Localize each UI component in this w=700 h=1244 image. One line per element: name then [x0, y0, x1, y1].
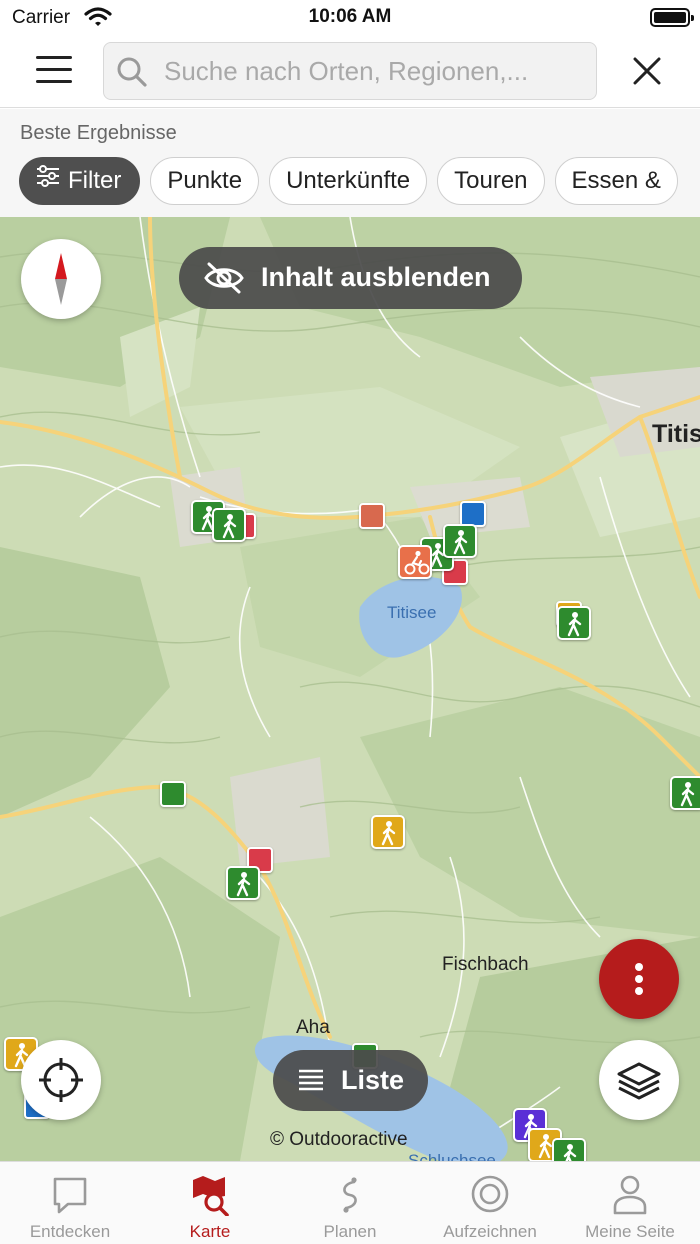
eye-off-icon — [203, 262, 245, 299]
hiker-icon — [381, 821, 396, 846]
hide-content-button[interactable]: Inhalt ausblenden — [179, 247, 522, 309]
bike-poi-marker[interactable] — [398, 545, 432, 579]
list-icon — [297, 1068, 325, 1097]
place-schluchsee: Schluchsee — [408, 1151, 496, 1161]
compass-icon — [55, 253, 67, 305]
layers-button[interactable] — [599, 1040, 679, 1120]
place-titisee-lake: Titisee — [387, 603, 437, 622]
status-bar: Carrier 10:06 AM — [0, 0, 700, 36]
hiker-icon — [680, 782, 695, 807]
poi-marker[interactable] — [160, 781, 186, 807]
crosshair-icon — [39, 1058, 83, 1102]
chip-punkte[interactable]: Punkte — [150, 157, 260, 205]
hide-content-label: Inhalt ausblenden — [261, 262, 491, 292]
more-options-button[interactable] — [599, 939, 679, 1019]
record-icon — [471, 1175, 509, 1213]
hiker-icon — [453, 530, 468, 555]
search-bar[interactable] — [103, 42, 597, 100]
hamburger-menu-icon[interactable] — [36, 56, 72, 86]
tab-entdecken-label: Entdecken — [29, 1222, 111, 1241]
layers-icon — [617, 1062, 661, 1100]
more-dot — [635, 987, 643, 995]
hiking-poi-marker[interactable] — [226, 866, 260, 900]
speech-bubble-icon — [53, 1177, 87, 1214]
chip-filter[interactable]: Filter — [19, 157, 141, 205]
hiking-poi-marker[interactable] — [371, 815, 405, 849]
hiking-poi-marker[interactable] — [443, 524, 477, 558]
filter-chips: Filter Punkte Unterkünfte Touren Essen & — [19, 157, 688, 205]
tab-meine-seite[interactable]: Meine Seite — [560, 1162, 700, 1244]
app-screen: Carrier 10:06 AM Suche nach Orten, Regio… — [0, 0, 700, 1244]
hiking-poi-marker[interactable] — [557, 606, 591, 640]
results-heading: Beste Ergebnisse — [20, 122, 177, 144]
compass-button[interactable] — [21, 239, 101, 319]
chip-essen[interactable]: Essen & — [554, 157, 678, 205]
chip-unterkuenfte[interactable]: Unterkünfte — [269, 157, 428, 205]
route-icon — [343, 1177, 357, 1213]
person-icon — [613, 1175, 647, 1215]
hiking-poi-marker[interactable] — [552, 1138, 586, 1161]
place-fischbach: Fischbach — [442, 954, 529, 975]
locate-me-button[interactable] — [21, 1040, 101, 1120]
tab-planen[interactable]: Planen — [280, 1162, 420, 1244]
tab-aufzeichnen-label: Aufzeichnen — [443, 1222, 537, 1241]
poi-marker[interactable] — [359, 503, 385, 529]
tab-bar: Entdecken Karte Planen Aufzeichnen Meine… — [0, 1161, 700, 1244]
list-label: Liste — [341, 1065, 405, 1095]
chip-touren[interactable]: Touren — [437, 157, 545, 205]
hiker-icon — [563, 1144, 577, 1161]
map-view[interactable]: Titis Titisee Fischbach Aha Schluchsee I… — [0, 217, 700, 1161]
search-icon — [116, 56, 148, 93]
hiker-icon — [222, 514, 237, 539]
map-attribution[interactable]: © Outdooractive — [270, 1129, 408, 1151]
tab-karte[interactable]: Karte — [140, 1162, 280, 1244]
place-titisee-neustadt: Titis — [652, 420, 700, 448]
close-icon[interactable] — [632, 56, 662, 86]
chip-filter-label: Filter — [68, 167, 122, 194]
tab-karte-label: Karte — [189, 1222, 231, 1241]
tab-meine-seite-label: Meine Seite — [585, 1222, 675, 1241]
bicycle-icon — [404, 550, 430, 575]
battery-icon — [650, 8, 694, 27]
hiker-icon — [567, 612, 582, 637]
tab-planen-label: Planen — [323, 1222, 377, 1241]
hiking-poi-marker[interactable] — [212, 508, 246, 542]
more-dot — [635, 975, 643, 983]
results-bar: Beste Ergebnisse Filter Punkte Unterkünfte… — [0, 109, 700, 217]
hiking-poi-marker[interactable] — [670, 776, 700, 810]
clock: 10:06 AM — [308, 6, 392, 27]
search-input[interactable] — [164, 51, 584, 91]
search-header — [0, 36, 700, 108]
more-dots-icon — [635, 963, 643, 971]
list-button[interactable]: Liste — [273, 1050, 428, 1111]
sliders-icon — [36, 157, 60, 203]
hiker-icon — [236, 872, 251, 897]
tab-aufzeichnen[interactable]: Aufzeichnen — [420, 1162, 560, 1244]
map-terrain — [0, 217, 700, 1161]
place-aha: Aha — [296, 1017, 330, 1038]
tab-entdecken[interactable]: Entdecken — [0, 1162, 140, 1244]
map-search-icon — [193, 1176, 229, 1216]
